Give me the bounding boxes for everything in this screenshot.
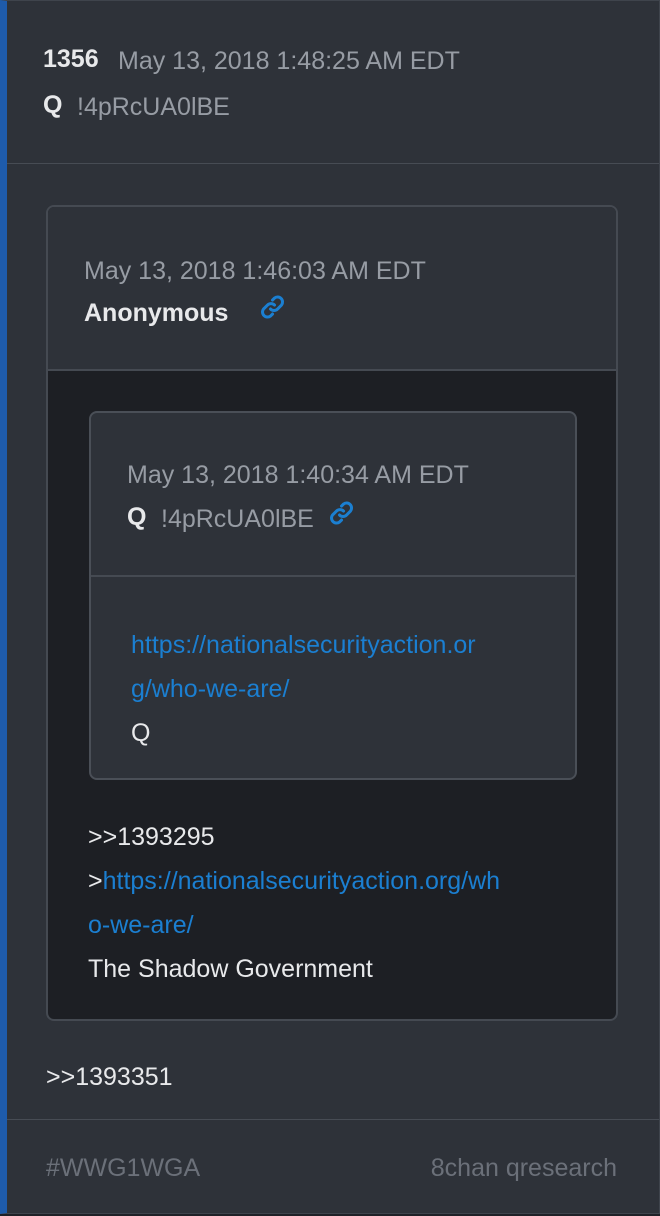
post-body: >>1393351: [46, 1055, 173, 1099]
nested-quote-signature: Q: [131, 719, 151, 747]
nested-quote-date: May 13, 2018 1:40:34 AM EDT: [127, 461, 469, 489]
nested-quote-author: Q: [127, 503, 147, 531]
quoted-post-link-line2[interactable]: o-we-are/: [88, 911, 194, 939]
post-number: 1356: [43, 45, 99, 73]
greentext-prefix: >: [88, 867, 103, 895]
nested-quote-link-line2[interactable]: g/who-we-are/: [131, 675, 289, 703]
link-icon[interactable]: [323, 495, 365, 537]
post-header: 1356 May 13, 2018 1:48:25 AM EDT Q !4pRc…: [7, 1, 659, 164]
post-author: Q: [43, 91, 63, 119]
link-icon[interactable]: [254, 289, 296, 331]
quoted-post-date: May 13, 2018 1:46:03 AM EDT: [84, 257, 426, 285]
quoted-post-closing-text: The Shadow Government: [88, 955, 373, 983]
quoted-post: May 13, 2018 1:46:03 AM EDT Anonymous Ma…: [46, 205, 618, 1021]
quoted-post-link-line1[interactable]: https://nationalsecurityaction.org/wh: [103, 867, 500, 895]
nested-quoted-post: May 13, 2018 1:40:34 AM EDT Q !4pRcUA0lB…: [89, 411, 577, 780]
footer-hashtag: #WWG1WGA: [46, 1154, 201, 1182]
footer-source: 8chan qresearch: [430, 1154, 617, 1182]
post-reply-ref[interactable]: >>1393351: [46, 1055, 173, 1099]
post-footer: #WWG1WGA 8chan qresearch: [7, 1119, 659, 1216]
quoted-post-reply-ref[interactable]: >>1393295: [88, 815, 568, 859]
nested-quote-body: https://nationalsecurityaction.or g/who-…: [131, 623, 531, 755]
nested-quote-tripcode: !4pRcUA0lBE: [161, 505, 314, 533]
post-date: May 13, 2018 1:48:25 AM EDT: [118, 47, 460, 75]
nested-quote-link-line1[interactable]: https://nationalsecurityaction.or: [131, 631, 476, 659]
post-tripcode: !4pRcUA0lBE: [77, 93, 230, 121]
quoted-post-body: >>1393295 >https://nationalsecurityactio…: [88, 815, 568, 991]
nested-quote-header: May 13, 2018 1:40:34 AM EDT Q !4pRcUA0lB…: [91, 413, 575, 577]
quoted-post-header: May 13, 2018 1:46:03 AM EDT Anonymous: [48, 207, 616, 371]
post-card: 1356 May 13, 2018 1:48:25 AM EDT Q !4pRc…: [0, 0, 660, 1214]
quoted-post-author: Anonymous: [84, 299, 229, 327]
